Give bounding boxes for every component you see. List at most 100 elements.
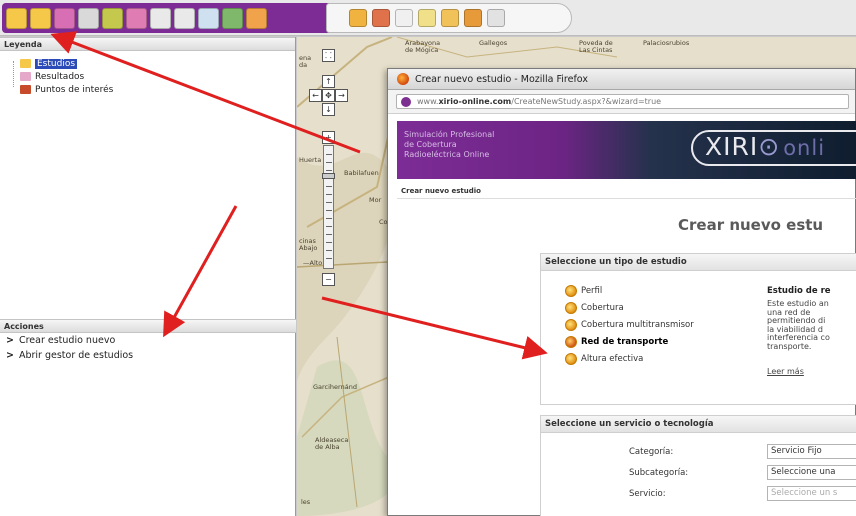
gear-icon[interactable] [78, 7, 99, 29]
service-select[interactable]: Seleccione un s [767, 486, 856, 501]
option-cobertura-multitransmisor[interactable]: Cobertura multitransmisor [565, 318, 694, 331]
page-title: Crear nuevo estu [678, 216, 824, 234]
map-label: Gallegos [479, 39, 508, 47]
legend-title: Leyenda [0, 37, 295, 51]
zoom-handle[interactable] [322, 173, 335, 179]
chevron-right-icon: > [6, 335, 14, 346]
option-perfil[interactable]: Perfil [565, 284, 602, 297]
chevron-right-icon: > [6, 350, 14, 361]
window-title: Crear nuevo estudio - Mozilla Firefox [415, 73, 588, 85]
points-icon[interactable] [464, 9, 482, 27]
flag-icon [20, 85, 31, 94]
section-header: Seleccione un servicio o tecnología [541, 416, 856, 433]
zoom-slider[interactable] [322, 145, 335, 269]
transport-network-icon [565, 335, 577, 348]
breadcrumb: Crear nuevo estudio [397, 184, 856, 199]
zoom-in-button[interactable]: + [322, 131, 335, 144]
pan-up-button[interactable]: ↑ [322, 75, 335, 88]
url-field[interactable]: www. xirio-online.com/CreateNewStudy.aspx… [396, 94, 849, 109]
map-label: Arabayona de Mógica [405, 39, 441, 54]
toolbar-group-primary [2, 3, 342, 33]
map-label: Garcihernánd [313, 383, 357, 391]
category-select[interactable]: Servicio Fijo [767, 444, 856, 459]
map-label: Poveda de Las Cintas [579, 39, 613, 54]
map-label: cinas Abajo [299, 237, 318, 252]
puzzle-icon[interactable] [102, 7, 123, 29]
pan-down-button[interactable]: ↓ [322, 103, 335, 116]
map-label: Huerta [299, 156, 322, 164]
url-bar: www. xirio-online.com/CreateNewStudy.aspx… [388, 90, 855, 114]
url-domain: xirio-online.com [438, 97, 512, 106]
service-label: Servicio: [629, 489, 666, 499]
coverage-icon [565, 301, 577, 314]
description-body: Este estudio an una red de permitiendo d… [767, 300, 830, 351]
open-folder-icon[interactable] [6, 7, 27, 29]
height-icon [565, 352, 577, 365]
map-label: Aldeaseca de Alba [315, 436, 349, 451]
window-titlebar[interactable]: Crear nuevo estudio - Mozilla Firefox [388, 69, 855, 90]
read-more-link[interactable]: Leer más [767, 367, 804, 376]
pan-center-button[interactable]: ✥ [322, 89, 335, 102]
firefox-icon [397, 73, 409, 85]
section-header: Seleccione un tipo de estudio [541, 254, 856, 271]
category-label: Categoría: [629, 447, 674, 457]
description-title: Estudio de re [767, 286, 831, 296]
firefox-popup-window: Crear nuevo estudio - Mozilla Firefox ww… [387, 68, 856, 516]
butterfly-icon[interactable] [372, 9, 390, 27]
pan-right-button[interactable]: → [335, 89, 348, 102]
url-path: /CreateNewStudy.aspx?&wizard=true [511, 97, 662, 106]
profile-icon [565, 284, 577, 297]
folder-purple-icon[interactable] [54, 7, 75, 29]
action-label: Crear estudio nuevo [18, 335, 116, 346]
printer-icon[interactable] [487, 9, 505, 27]
puzzle-pink-icon[interactable] [126, 7, 147, 29]
zoom-out-button[interactable]: − [322, 273, 335, 286]
actions-panel: Acciones > Crear estudio nuevo > Abrir ges… [0, 319, 296, 363]
subcategory-select[interactable]: Seleccione una [767, 465, 856, 480]
action-label: Abrir gestor de estudios [18, 350, 134, 361]
option-cobertura[interactable]: Cobertura [565, 301, 624, 314]
refresh-icon[interactable] [198, 7, 219, 29]
layers-icon[interactable] [222, 7, 243, 29]
folder-pink-icon [20, 72, 31, 81]
legend-item-resultados[interactable]: Resultados [8, 70, 295, 83]
legend-item-estudios[interactable]: Estudios [8, 57, 295, 70]
action-open-study-manager[interactable]: > Abrir gestor de estudios [0, 348, 296, 363]
study-type-section: Seleccione un tipo de estudio Perfil Cob… [540, 253, 856, 405]
map-label: —Alto [303, 259, 323, 267]
actions-title: Acciones [0, 319, 296, 333]
grid-icon[interactable] [150, 7, 171, 29]
legend-item-puntos[interactable]: Puntos de interés [8, 83, 295, 96]
folder-icon[interactable] [30, 7, 51, 29]
legend-item-label: Estudios [35, 58, 78, 69]
banner-tagline: Simulación Profesional de Cobertura Radi… [404, 130, 495, 159]
map-label: Palaciosrubios [643, 39, 690, 47]
map-label: les [301, 498, 311, 506]
km-icon[interactable] [418, 9, 436, 27]
folder-icon [20, 59, 31, 68]
option-altura-efectiva[interactable]: Altura efectiva [565, 352, 643, 365]
map-label: Mor [369, 196, 382, 204]
action-create-study[interactable]: > Crear estudio nuevo [0, 333, 296, 348]
flag-icon[interactable] [349, 9, 367, 27]
site-icon [401, 96, 411, 107]
map-label: Babilafuen [344, 169, 379, 177]
xirio-logo: XIRI⊙ onli [691, 130, 856, 166]
chart-icon[interactable] [441, 9, 459, 27]
option-red-de-transporte[interactable]: Red de transporte [565, 335, 668, 348]
main-toolbar [0, 0, 856, 36]
grid-alt-icon[interactable] [174, 7, 195, 29]
people-icon[interactable] [246, 7, 267, 29]
toolbar-group-secondary [326, 3, 572, 33]
subcategory-label: Subcategoría: [629, 468, 689, 478]
xirio-banner: Simulación Profesional de Cobertura Radi… [397, 121, 856, 179]
pan-reset-button[interactable]: ⸬ [322, 49, 335, 62]
map-label: ena da [299, 54, 312, 69]
legend-tree: Estudios Resultados Puntos de interés [0, 51, 295, 96]
multi-coverage-icon [565, 318, 577, 331]
legend-item-label: Resultados [35, 71, 85, 82]
hand-icon[interactable] [395, 9, 413, 27]
service-section: Seleccione un servicio o tecnología Cate… [540, 415, 856, 516]
pan-left-button[interactable]: ← [309, 89, 322, 102]
left-sidebar: Leyenda Estudios Resultados Puntos de in… [0, 37, 296, 516]
